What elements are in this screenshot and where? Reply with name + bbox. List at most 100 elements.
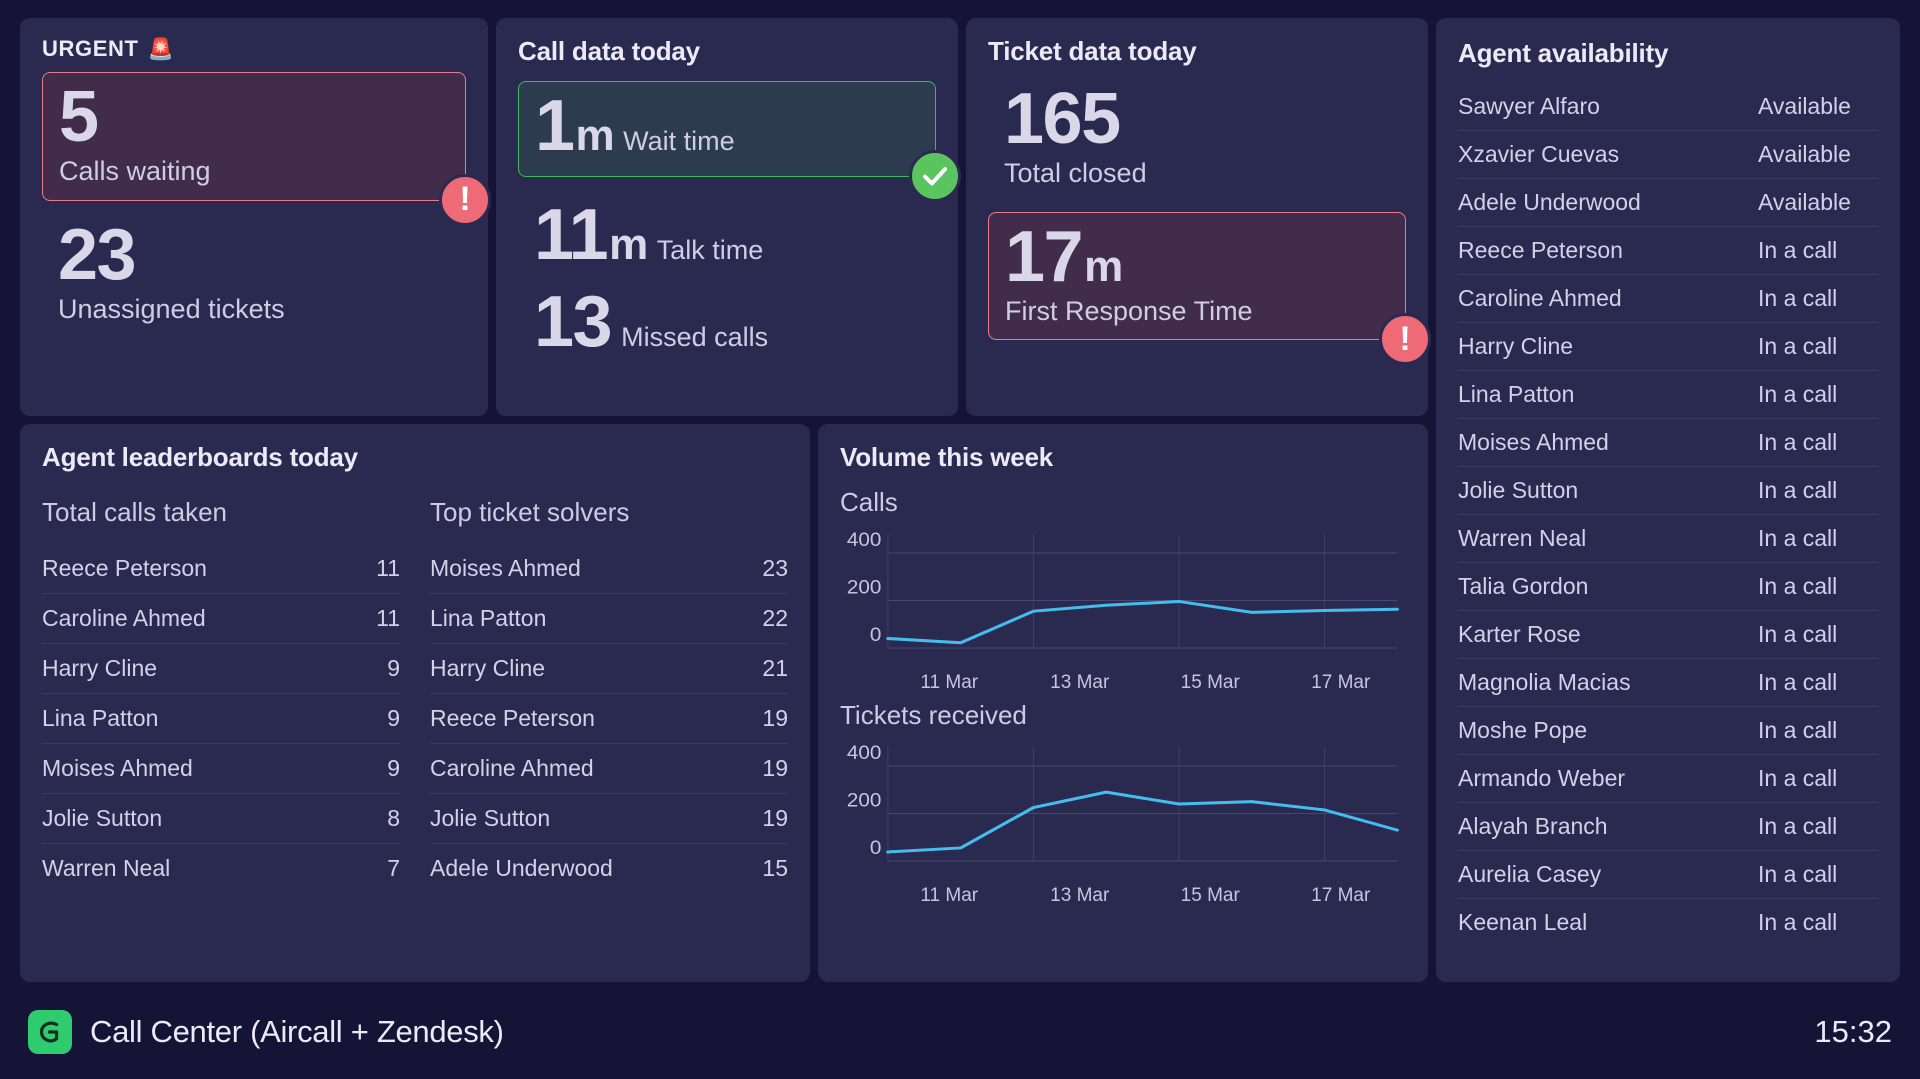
chart-plot-area: 0 200 400 — [840, 522, 1406, 670]
total-closed-value: 165 — [1004, 79, 1121, 159]
chart-title: Tickets received — [840, 700, 1027, 730]
agent-status: In a call — [1758, 813, 1838, 839]
leaderboard-agent-name: Lina Patton — [42, 705, 159, 731]
leaderboard-row: Reece Peterson 19 — [430, 694, 788, 744]
check-icon — [909, 150, 961, 203]
chart-ytick-label: 400 — [847, 530, 881, 551]
leaderboard-agent-name: Reece Peterson — [42, 555, 207, 581]
agent-status: Available — [1758, 189, 1851, 215]
agent-name: Talia Gordon — [1458, 573, 1589, 599]
calls-waiting-stat: 5 Calls waiting ! — [42, 72, 491, 226]
leaderboard-agent-name: Caroline Ahmed — [430, 755, 594, 781]
leaderboard-row: Warren Neal 7 — [42, 844, 400, 893]
agent-availability-row: Caroline Ahmed In a call — [1458, 275, 1878, 323]
chart-ytick-label: 200 — [847, 790, 881, 811]
agent-status: In a call — [1758, 909, 1838, 935]
agent-availability-title: Agent availability — [1458, 38, 1669, 68]
leaderboard-value: 19 — [762, 705, 788, 731]
leaderboard-agent-name: Moises Ahmed — [42, 755, 193, 781]
leaderboard-value: 22 — [762, 605, 788, 631]
missed-calls-label: Missed calls — [621, 321, 769, 352]
leaderboard-row: Caroline Ahmed 19 — [430, 744, 788, 794]
unassigned-tickets-stat: 23 Unassigned tickets — [42, 214, 466, 326]
chart-ytick-label: 400 — [847, 743, 881, 764]
agent-name: Sawyer Alfaro — [1458, 93, 1600, 119]
leaderboard-row: Lina Patton 9 — [42, 694, 400, 744]
missed-calls-stat: 13 Missed calls — [518, 283, 936, 360]
agent-status: In a call — [1758, 381, 1838, 407]
ticket-data-card: Ticket data today 165 Total closed 17m F… — [966, 18, 1431, 416]
agent-name: Adele Underwood — [1458, 189, 1641, 215]
agent-name: Alayah Branch — [1458, 813, 1608, 839]
alert-badge-text: ! — [459, 180, 471, 219]
urgent-title-text: URGENT — [42, 36, 139, 61]
leaderboard-value: 7 — [387, 855, 400, 881]
leaderboard-column: Top ticket solvers Moises Ahmed 23 Lina Pat… — [430, 487, 788, 893]
leaderboard-value: 9 — [387, 655, 400, 681]
wait-time-label: Wait time — [623, 126, 735, 156]
chart-xtick-label: 17 Mar — [1311, 885, 1371, 906]
talk-time-value: 11m — [534, 195, 648, 276]
agent-availability-row: Armando Weber In a call — [1458, 755, 1878, 803]
chart-ytick-label: 0 — [870, 625, 882, 646]
leaderboard-agent-name: Caroline Ahmed — [42, 605, 206, 631]
chart-block: Calls 0 200 400 11 Mar 13 Mar 15 Mar 17 Mar — [840, 487, 1406, 694]
leaderboard-agent-name: Lina Patton — [430, 605, 547, 631]
leaderboard-agent-name: Reece Peterson — [430, 705, 595, 731]
agent-leaderboards-title: Agent leaderboards today — [42, 442, 358, 472]
chart-block: Tickets received 0 200 400 11 Mar 13 Mar 15 Ma… — [840, 700, 1406, 907]
leaderboard-agent-name: Jolie Sutton — [430, 805, 551, 831]
agent-availability-row: Adele Underwood Available — [1458, 179, 1878, 227]
agent-status: In a call — [1758, 621, 1838, 647]
geckoboard-logo-icon — [28, 1010, 72, 1054]
chart-title: Calls — [840, 487, 898, 517]
agent-name: Moshe Pope — [1458, 717, 1588, 743]
unassigned-tickets-label: Unassigned tickets — [58, 294, 285, 325]
leaderboard-row: Adele Underwood 15 — [430, 844, 788, 893]
agent-availability-row: Moshe Pope In a call — [1458, 707, 1878, 755]
dashboard-footer: Call Center (Aircall + Zendesk) 15:32 — [0, 985, 1920, 1079]
leaderboard-heading: Top ticket solvers — [430, 497, 630, 527]
calls-waiting-value: 5 — [59, 77, 99, 157]
leaderboard-columns: Total calls taken Reece Peterson 11 Carolin… — [42, 487, 788, 893]
alert-badge-text: ! — [1399, 319, 1411, 358]
chart-ytick-label: 0 — [870, 838, 882, 859]
leaderboard-value: 15 — [762, 855, 788, 881]
leaderboard-agent-name: Jolie Sutton — [42, 805, 163, 831]
agent-name: Magnolia Macias — [1458, 669, 1631, 695]
footer-title: Call Center (Aircall + Zendesk) — [90, 1014, 504, 1049]
agent-name: Xzavier Cuevas — [1458, 141, 1620, 167]
unassigned-tickets-value: 23 — [58, 214, 137, 295]
first-response-alert-icon: ! — [1379, 313, 1431, 366]
chart-xtick-label: 17 Mar — [1311, 672, 1371, 693]
leaderboard-agent-name: Adele Underwood — [430, 855, 613, 881]
agent-status: In a call — [1758, 861, 1838, 887]
talk-time-unit: m — [609, 220, 648, 270]
chart-xtick-label: 13 Mar — [1050, 885, 1110, 906]
chart-xtick-label: 15 Mar — [1180, 885, 1240, 906]
chart-ytick-label: 200 — [847, 577, 881, 598]
ticket-data-title: Ticket data today — [988, 36, 1197, 66]
agent-status: In a call — [1758, 237, 1838, 263]
leaderboard-column: Total calls taken Reece Peterson 11 Carolin… — [42, 487, 400, 893]
agent-status: In a call — [1758, 477, 1838, 503]
urgent-card: URGENT 🚨 5 Calls waiting ! 23 Unassigned… — [20, 18, 491, 416]
agent-availability-row: Aurelia Casey In a call — [1458, 851, 1878, 899]
leaderboard-value: 19 — [762, 805, 788, 831]
agent-availability-row: Keenan Leal In a call — [1458, 899, 1878, 946]
first-response-time-unit: m — [1084, 241, 1123, 291]
leaderboard-row: Jolie Sutton 19 — [430, 794, 788, 844]
agent-availability-row: Warren Neal In a call — [1458, 515, 1878, 563]
agent-name: Jolie Sutton — [1458, 477, 1579, 503]
agent-status: In a call — [1758, 429, 1838, 455]
agent-status: Available — [1758, 141, 1851, 167]
call-data-card: Call data today 1m Wait time 11m Talk ti… — [496, 18, 961, 416]
agent-status: In a call — [1758, 525, 1838, 551]
agent-availability-row: Reece Peterson In a call — [1458, 227, 1878, 275]
chart-xtick-label: 13 Mar — [1050, 672, 1110, 693]
agent-status: In a call — [1758, 333, 1838, 359]
total-closed-label: Total closed — [1004, 158, 1147, 189]
agent-name: Moises Ahmed — [1458, 429, 1609, 455]
chart-xaxis: 11 Mar 13 Mar 15 Mar 17 Mar — [884, 885, 1406, 907]
agent-availability-row: Harry Cline In a call — [1458, 323, 1878, 371]
